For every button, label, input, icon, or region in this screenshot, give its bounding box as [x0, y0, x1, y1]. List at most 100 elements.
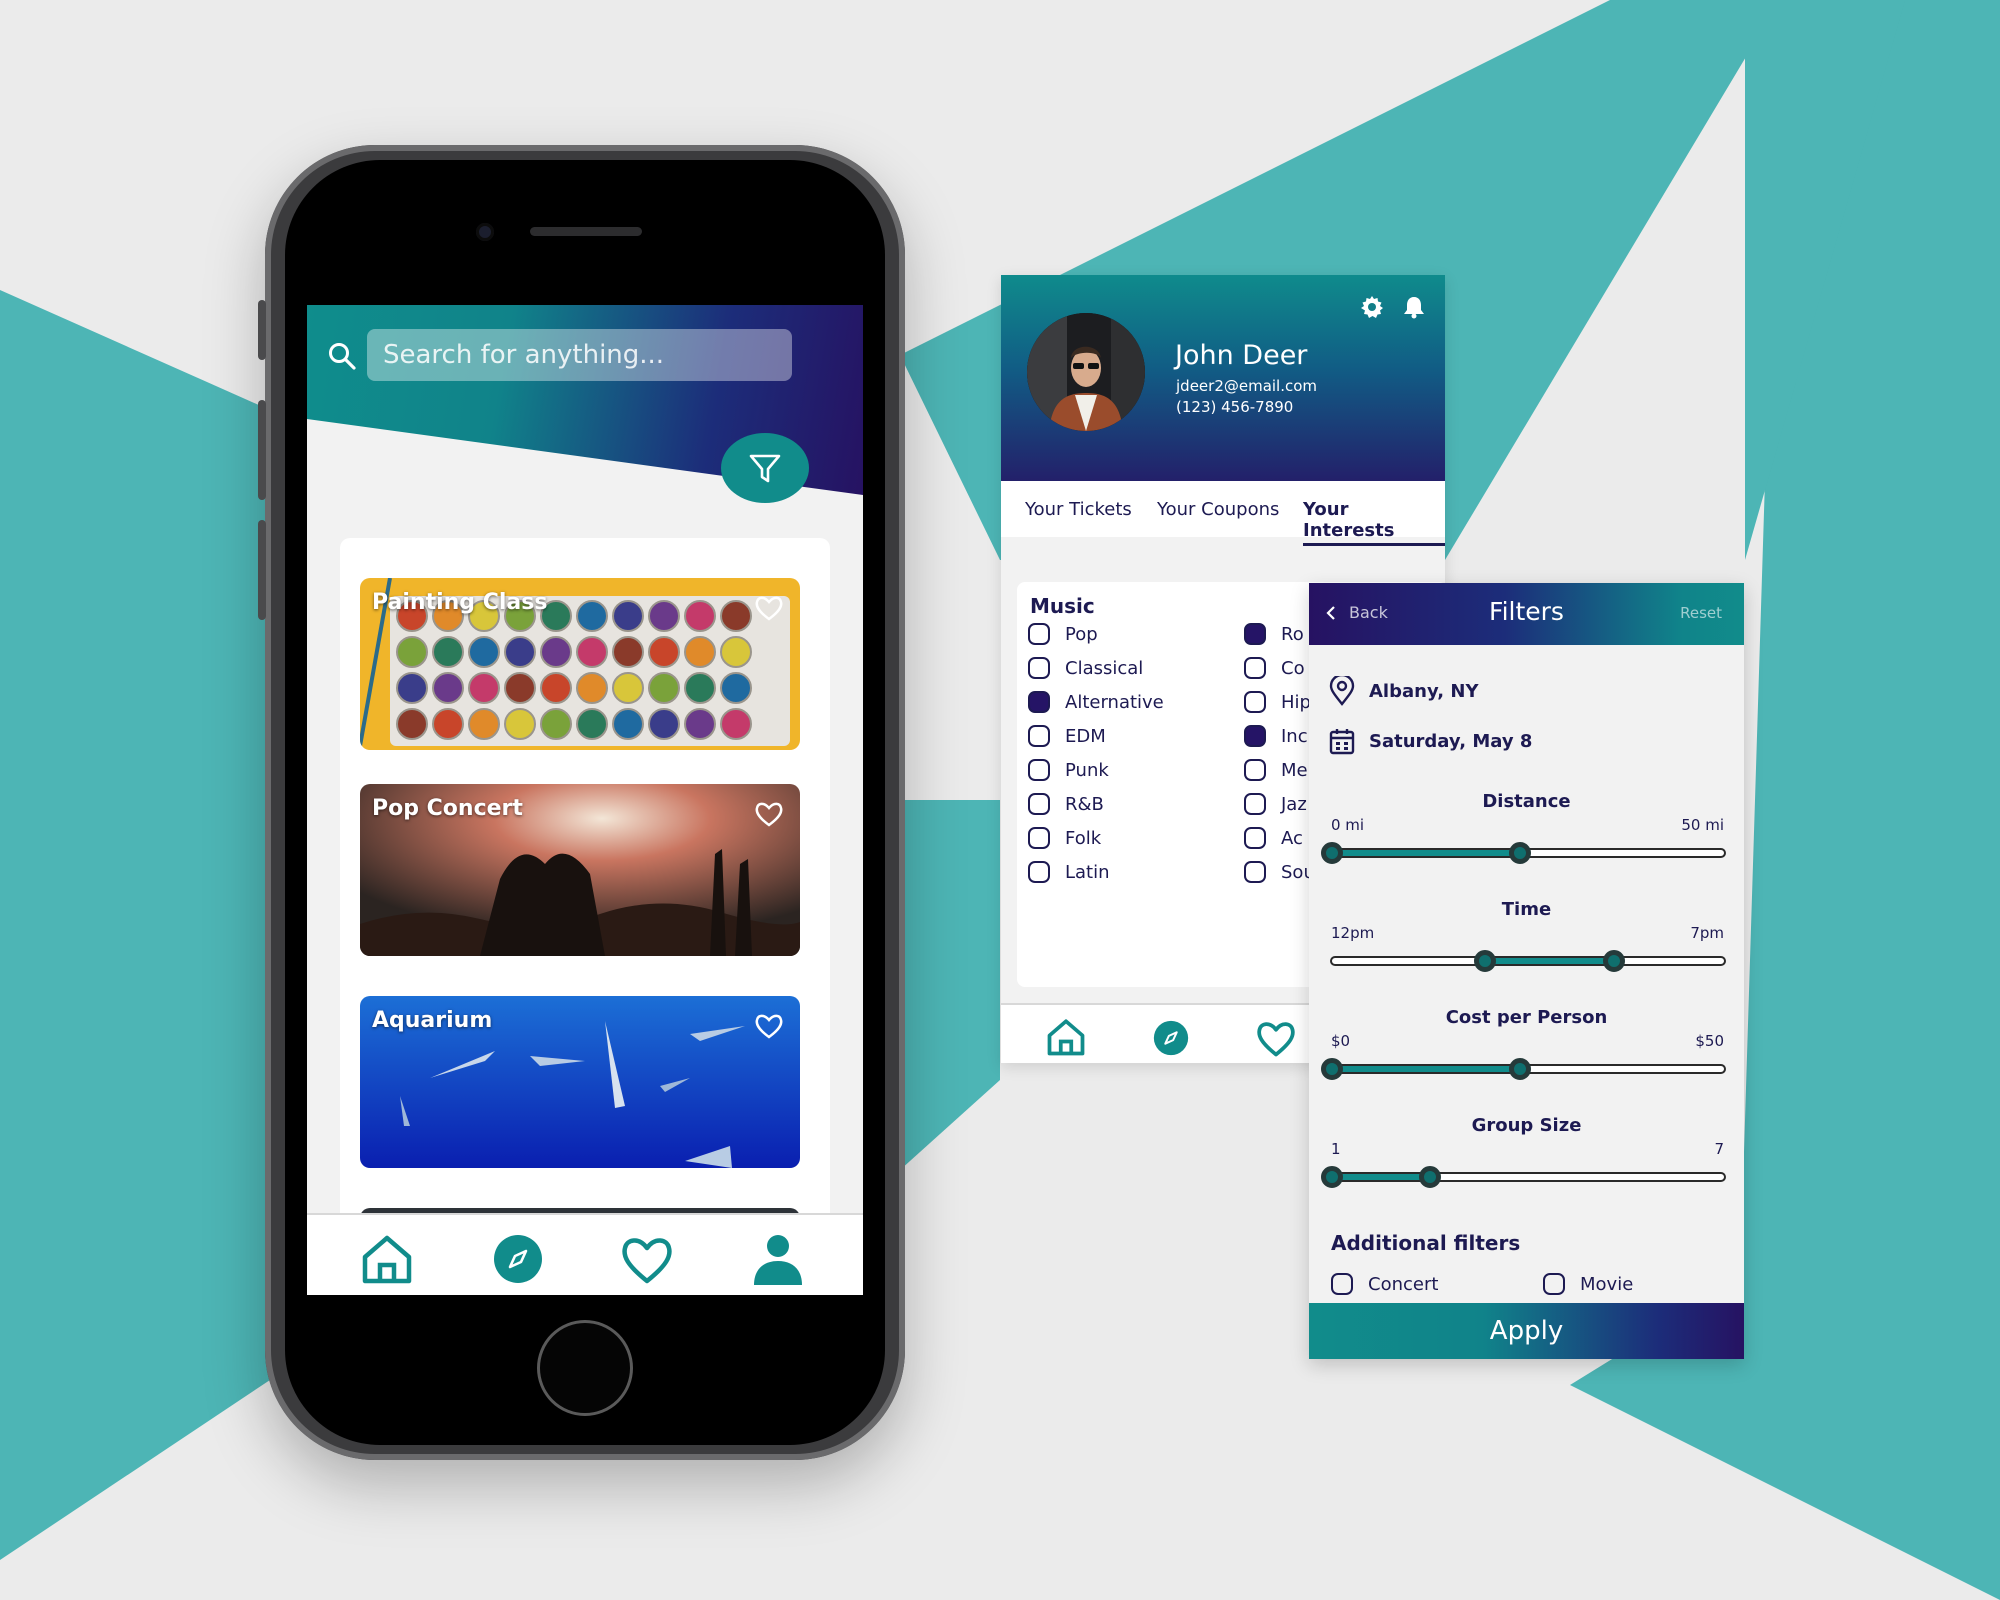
checkbox[interactable]	[1543, 1273, 1565, 1295]
interest-checkbox-item[interactable]: Co	[1244, 657, 1305, 679]
checkbox[interactable]	[1028, 759, 1050, 781]
checkbox[interactable]	[1028, 827, 1050, 849]
interest-checkbox-item[interactable]: Latin	[1028, 861, 1110, 883]
checkbox-label: Co	[1281, 657, 1305, 679]
phone-home-button[interactable]	[537, 1320, 633, 1416]
interest-checkbox-item[interactable]: Ro	[1244, 623, 1304, 645]
checkbox-label: Punk	[1065, 759, 1109, 781]
search-input[interactable]	[367, 329, 792, 381]
slider-max-label: $50	[1695, 1032, 1724, 1050]
event-title: Aquarium	[372, 1008, 493, 1033]
user-name: John Deer	[1175, 340, 1308, 371]
heart-icon[interactable]	[754, 1012, 784, 1040]
heart-icon[interactable]	[754, 594, 784, 622]
checkbox[interactable]	[1028, 657, 1050, 679]
checkbox-label: Concert	[1368, 1273, 1439, 1295]
checkbox-label: Alternative	[1065, 691, 1164, 713]
checkbox[interactable]	[1244, 759, 1266, 781]
filter-button[interactable]	[721, 433, 809, 503]
tab-your-tickets[interactable]: Your Tickets	[1025, 499, 1132, 520]
range-slider-track[interactable]	[1330, 950, 1726, 972]
slider-handle-high[interactable]	[1419, 1166, 1441, 1188]
event-card-pop-concert[interactable]: Pop Concert	[360, 784, 800, 956]
heart-icon[interactable]	[619, 1231, 675, 1287]
slider-label: Time	[1501, 899, 1552, 920]
range-slider-track[interactable]	[1321, 842, 1726, 864]
event-card-painting-class[interactable]: Painting Class	[360, 578, 800, 750]
checkbox-checked[interactable]	[1028, 691, 1050, 713]
checkbox-checked[interactable]	[1244, 623, 1266, 645]
checkbox[interactable]	[1331, 1273, 1353, 1295]
apply-button[interactable]: Apply	[1309, 1303, 1744, 1359]
interest-checkbox-item[interactable]: EDM	[1028, 725, 1106, 747]
interest-checkbox-item[interactable]: Pop	[1028, 623, 1098, 645]
slider-handle-low[interactable]	[1321, 1166, 1343, 1188]
checkbox[interactable]	[1028, 623, 1050, 645]
checkbox-label: R&B	[1065, 793, 1104, 815]
avatar[interactable]	[1027, 313, 1145, 431]
checkbox[interactable]	[1028, 793, 1050, 815]
interest-checkbox-item[interactable]: Ac	[1244, 827, 1303, 849]
checkbox-concert[interactable]: Concert	[1331, 1273, 1438, 1295]
interest-checkbox-item[interactable]: Classical	[1028, 657, 1143, 679]
gear-icon[interactable]	[1360, 295, 1384, 319]
profile-tabs: Your Tickets Your Coupons Your Interests	[1001, 481, 1445, 546]
event-title: Painting Class	[372, 590, 548, 615]
home-screen: Painting Class Pop Concert	[307, 305, 863, 1295]
checkbox-label: Ro	[1281, 623, 1304, 645]
interest-checkbox-item[interactable]: R&B	[1028, 793, 1104, 815]
location-value: Albany, NY	[1369, 680, 1479, 702]
checkbox[interactable]	[1244, 861, 1266, 883]
slider-handle-high[interactable]	[1509, 1058, 1532, 1080]
checkbox[interactable]	[1244, 827, 1266, 849]
filters-screen: Back Filters Reset Albany, NY Saturday, …	[1309, 583, 1744, 1359]
tab-your-interests[interactable]: Your Interests	[1303, 499, 1445, 546]
event-card-aquarium[interactable]: Aquarium	[360, 996, 800, 1168]
slider-handle-low[interactable]	[1321, 1058, 1343, 1080]
interest-checkbox-item[interactable]: Alternative	[1028, 691, 1164, 713]
checkbox[interactable]	[1244, 793, 1266, 815]
checkbox[interactable]	[1028, 725, 1050, 747]
interest-checkbox-item[interactable]: Jaz	[1244, 793, 1307, 815]
interest-checkbox-item[interactable]: Folk	[1028, 827, 1101, 849]
checkbox-label: Ac	[1281, 827, 1303, 849]
heart-icon[interactable]	[1255, 1017, 1297, 1059]
interest-checkbox-item[interactable]: Inc	[1244, 725, 1308, 747]
interest-checkbox-item[interactable]: Punk	[1028, 759, 1109, 781]
interest-checkbox-item[interactable]: Me	[1244, 759, 1308, 781]
interest-checkbox-item[interactable]: Sou	[1244, 861, 1315, 883]
checkbox[interactable]	[1028, 861, 1050, 883]
heart-icon[interactable]	[754, 800, 784, 828]
compass-icon[interactable]	[490, 1231, 546, 1287]
user-icon[interactable]	[750, 1231, 806, 1287]
tab-your-coupons[interactable]: Your Coupons	[1157, 499, 1279, 520]
interest-checkbox-item[interactable]: Hip	[1244, 691, 1311, 713]
range-slider-track[interactable]	[1321, 1166, 1726, 1188]
slider-handle-low[interactable]	[1473, 950, 1496, 972]
profile-header: John Deer jdeer2@email.com (123) 456-789…	[1001, 275, 1445, 481]
range-slider-fill	[1332, 850, 1521, 856]
slider-handle-low[interactable]	[1321, 842, 1343, 864]
slider-handle-high[interactable]	[1603, 950, 1626, 972]
filter-icon	[749, 454, 781, 483]
slider-min-label: 1	[1331, 1140, 1341, 1158]
checkbox-checked[interactable]	[1244, 725, 1266, 747]
home-icon[interactable]	[1045, 1016, 1087, 1058]
location-row[interactable]: Albany, NY	[1329, 676, 1479, 706]
checkbox[interactable]	[1244, 691, 1266, 713]
checkbox-movie[interactable]: Movie	[1543, 1273, 1633, 1295]
range-slider-track[interactable]	[1321, 1058, 1726, 1080]
home-icon[interactable]	[359, 1231, 415, 1287]
slider-label: Cost per Person	[1445, 1007, 1608, 1028]
range-slider-fill	[1332, 1174, 1430, 1180]
slider-handle-high[interactable]	[1509, 842, 1532, 864]
checkbox-label: Jaz	[1281, 793, 1307, 815]
user-phone: (123) 456-7890	[1176, 398, 1294, 416]
reset-button[interactable]: Reset	[1680, 604, 1722, 622]
checkbox[interactable]	[1244, 657, 1266, 679]
date-row[interactable]: Saturday, May 8	[1329, 727, 1532, 755]
checkbox-label: EDM	[1065, 725, 1106, 747]
search-icon[interactable]	[327, 341, 357, 371]
bell-icon[interactable]	[1403, 295, 1425, 319]
compass-icon[interactable]	[1151, 1018, 1191, 1058]
